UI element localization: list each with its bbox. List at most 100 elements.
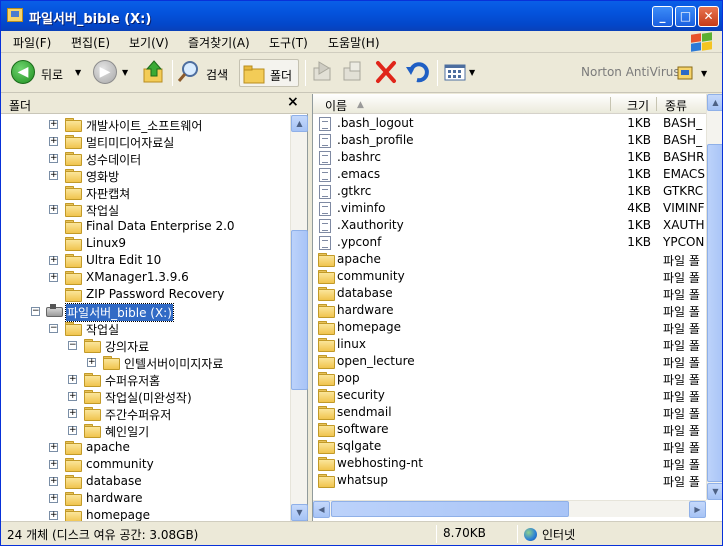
file-list: .bash_logout 1KB BASH_ .bash_profile 1KB BAS… <box>313 115 706 491</box>
menu-help[interactable]: 도움말(H) <box>328 34 380 51</box>
folder-pane-close-button[interactable]: × <box>287 94 299 110</box>
title-bar[interactable]: 파일서버_bible (X:) _ □ ✕ <box>1 1 722 31</box>
scroll-thumb[interactable] <box>707 144 722 482</box>
norton-antivirus-button[interactable]: Norton AntiVirus <box>581 65 680 79</box>
expand-icon[interactable]: + <box>49 205 58 214</box>
views-dropdown-icon[interactable]: ▼ <box>469 68 475 77</box>
file-list-horizontal-scrollbar[interactable]: ◀ ▶ <box>313 500 706 518</box>
expand-icon[interactable]: + <box>49 137 58 146</box>
search-button[interactable]: 검색 <box>176 59 234 87</box>
folder-icon <box>84 339 101 353</box>
expand-icon[interactable]: + <box>49 460 58 469</box>
scroll-down-icon[interactable]: ▼ <box>291 504 308 521</box>
menu-view[interactable]: 보기(V) <box>129 34 169 51</box>
back-dropdown-icon[interactable]: ▼ <box>75 68 81 77</box>
expand-icon[interactable]: + <box>49 494 58 503</box>
folder-row[interactable]: software 파일 폴 <box>313 421 706 438</box>
file-row[interactable]: .viminfo 4KB VIMINF <box>313 200 706 217</box>
minimize-button[interactable]: _ <box>652 6 673 27</box>
scroll-thumb[interactable] <box>331 501 569 517</box>
expand-icon[interactable]: + <box>49 154 58 163</box>
file-row[interactable]: .gtkrc 1KB GTKRC <box>313 183 706 200</box>
menu-file[interactable]: 파일(F) <box>13 34 51 51</box>
scroll-thumb[interactable] <box>291 230 308 390</box>
folder-row[interactable]: database 파일 폴 <box>313 285 706 302</box>
file-type: 파일 폴 <box>663 339 700 353</box>
scroll-down-icon[interactable]: ▼ <box>707 483 722 500</box>
collapse-icon[interactable]: − <box>68 341 77 350</box>
sort-ascending-icon: ▲ <box>357 100 364 110</box>
tree-item-label: hardware <box>86 491 143 505</box>
folder-row[interactable]: security 파일 폴 <box>313 387 706 404</box>
file-row[interactable]: .bash_profile 1KB BASH_ <box>313 132 706 149</box>
expand-icon[interactable]: + <box>49 256 58 265</box>
menu-edit[interactable]: 편집(E) <box>71 34 110 51</box>
close-button[interactable]: ✕ <box>698 6 719 27</box>
expand-icon[interactable]: + <box>68 426 77 435</box>
folder-row[interactable]: apache 파일 폴 <box>313 251 706 268</box>
folder-row[interactable]: hardware 파일 폴 <box>313 302 706 319</box>
views-button[interactable]: ▼ <box>443 59 477 87</box>
file-row[interactable]: .ypconf 1KB YPCON <box>313 234 706 251</box>
menu-tools[interactable]: 도구(T) <box>269 34 308 51</box>
undo-button[interactable] <box>405 59 433 87</box>
menu-favorites[interactable]: 즐겨찾기(A) <box>188 34 250 51</box>
file-row[interactable]: .emacs 1KB EMACS <box>313 166 706 183</box>
folder-icon <box>65 118 82 132</box>
file-row[interactable]: .Xauthority 1KB XAUTH <box>313 217 706 234</box>
folder-row[interactable]: pop 파일 폴 <box>313 370 706 387</box>
folder-row[interactable]: linux 파일 폴 <box>313 336 706 353</box>
forward-button[interactable]: ▶ ▼ <box>93 59 133 87</box>
expand-icon[interactable]: + <box>68 375 77 384</box>
norton-icon[interactable] <box>677 65 695 81</box>
expand-icon[interactable]: + <box>49 273 58 282</box>
folders-button[interactable]: 폴더 <box>239 59 299 87</box>
delete-button[interactable] <box>374 59 400 87</box>
up-folder-icon <box>143 60 163 83</box>
folder-row[interactable]: community 파일 폴 <box>313 268 706 285</box>
norton-dropdown-icon[interactable]: ▼ <box>701 69 707 78</box>
expand-icon[interactable]: + <box>49 171 58 180</box>
column-size[interactable]: 크기 <box>627 97 649 114</box>
file-list-vertical-scrollbar[interactable]: ▲ ▼ <box>706 94 722 500</box>
back-button[interactable]: ◀ 뒤로 ▼ <box>11 59 87 87</box>
file-type: 파일 폴 <box>663 373 700 387</box>
expand-icon[interactable]: + <box>49 443 58 452</box>
scroll-up-icon[interactable]: ▲ <box>707 94 722 111</box>
column-type[interactable]: 종류 <box>665 97 687 114</box>
collapse-icon[interactable]: − <box>49 324 58 333</box>
folder-row[interactable]: homepage 파일 폴 <box>313 319 706 336</box>
collapse-icon[interactable]: − <box>31 307 40 316</box>
expand-icon[interactable]: + <box>68 409 77 418</box>
file-row[interactable]: .bashrc 1KB BASHR <box>313 149 706 166</box>
folder-row[interactable]: whatsup 파일 폴 <box>313 472 706 489</box>
file-type: 파일 폴 <box>663 458 700 472</box>
scroll-left-icon[interactable]: ◀ <box>313 501 330 518</box>
folder-tree-scrollbar[interactable]: ▲ ▼ <box>290 115 308 521</box>
expand-icon[interactable]: + <box>68 392 77 401</box>
column-divider[interactable] <box>656 97 657 111</box>
copy-to-button[interactable] <box>341 59 367 87</box>
expand-icon[interactable]: + <box>49 477 58 486</box>
folder-icon <box>318 287 335 301</box>
column-divider[interactable] <box>610 97 611 111</box>
folder-icon <box>65 492 82 506</box>
drive-window-icon[interactable] <box>7 8 23 22</box>
file-name: .gtkrc <box>337 184 372 198</box>
expand-icon[interactable]: + <box>87 358 96 367</box>
scroll-up-icon[interactable]: ▲ <box>291 115 308 132</box>
folder-row[interactable]: webhosting-nt 파일 폴 <box>313 455 706 472</box>
expand-icon[interactable]: + <box>49 120 58 129</box>
column-name[interactable]: 이름 <box>325 97 347 114</box>
folder-row[interactable]: sendmail 파일 폴 <box>313 404 706 421</box>
maximize-button[interactable]: □ <box>675 6 696 27</box>
expand-icon[interactable]: + <box>49 511 58 520</box>
folder-row[interactable]: open_lecture 파일 폴 <box>313 353 706 370</box>
file-row[interactable]: .bash_logout 1KB BASH_ <box>313 115 706 132</box>
up-folder-button[interactable] <box>141 59 169 87</box>
forward-dropdown-icon[interactable]: ▼ <box>122 68 128 77</box>
scroll-right-icon[interactable]: ▶ <box>689 501 706 518</box>
undo-icon <box>406 62 429 83</box>
folder-row[interactable]: sqlgate 파일 폴 <box>313 438 706 455</box>
move-to-button[interactable] <box>311 59 337 87</box>
